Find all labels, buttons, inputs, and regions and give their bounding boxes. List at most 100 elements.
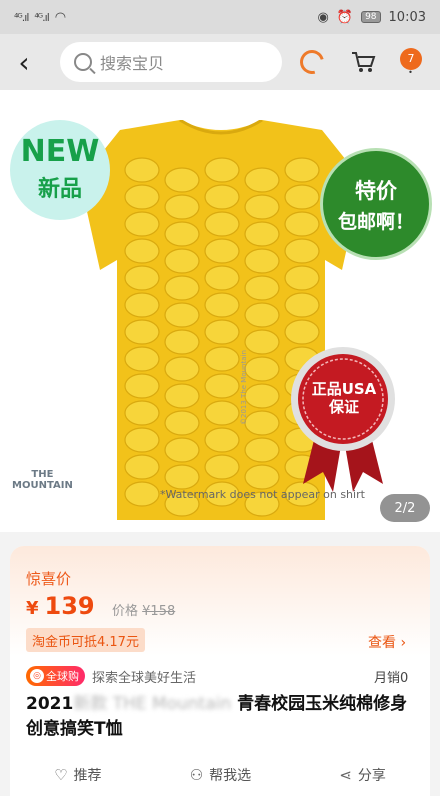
deal-label: 惊喜价	[26, 570, 72, 588]
global-purchase-badge[interactable]: ◎ 全球购	[26, 666, 85, 686]
corn-kernel	[124, 292, 160, 318]
corn-kernel	[164, 275, 200, 301]
brand-logo-line-1: THE	[31, 469, 54, 480]
help-choose-button[interactable]: ⚇ 帮我选	[190, 765, 251, 785]
corn-kernel	[204, 319, 240, 345]
promo-line-1: 特价	[355, 178, 397, 203]
globe-icon: ◎	[30, 669, 44, 683]
corn-kernel	[204, 238, 240, 264]
corn-kernel	[204, 157, 240, 183]
corn-kernel	[124, 265, 160, 291]
view-link[interactable]: 查看 ›	[368, 632, 406, 652]
corn-kernel	[204, 265, 240, 291]
seal-line-2: 保证	[328, 398, 359, 416]
corn-kernel	[244, 410, 280, 436]
heart-icon: ♡	[54, 766, 68, 784]
corn-kernel	[204, 346, 240, 372]
original-price: 价格 ¥158	[112, 600, 175, 619]
product-info-card: 惊喜价 ¥ 139 价格 ¥158 淘金币可抵4.17元 查看 › ◎ 全球购 …	[10, 546, 430, 796]
corn-kernel	[244, 302, 280, 328]
corn-kernel	[284, 211, 320, 237]
people-icon: ⚇	[189, 766, 204, 784]
corn-kernel	[204, 400, 240, 426]
status-bar: ⁴ᴳ.ıl ⁴ᴳ.ıl ◠ ◉ ⏰ 98 10:03	[0, 0, 440, 34]
more-button[interactable]: 7 •	[396, 34, 426, 90]
corn-kernel	[204, 211, 240, 237]
corn-kernel	[124, 346, 160, 372]
corn-kernel	[244, 437, 280, 463]
promo-line-2: 包邮啊！	[337, 210, 414, 233]
corn-kernel	[204, 184, 240, 210]
corn-kernel	[284, 292, 320, 318]
share-button[interactable]: ⋖ 分享	[339, 765, 386, 785]
corn-kernel	[284, 238, 320, 264]
recommend-button[interactable]: ♡ 推荐	[54, 765, 101, 785]
message-badge: 7	[400, 47, 422, 70]
more-dots-icon: •	[408, 67, 414, 77]
corn-kernel	[164, 410, 200, 436]
corn-kernel	[244, 356, 280, 382]
title-start: 2021	[26, 694, 74, 714]
wifi-icon: ◠	[54, 9, 67, 25]
image-pager: 2/2	[380, 494, 430, 522]
signal-icon: ⁴ᴳ.ıl	[14, 10, 29, 24]
alarm-icon: ⏰	[336, 9, 354, 25]
new-product-badge: NEW 新品	[10, 120, 110, 220]
cart-button[interactable]	[346, 34, 380, 90]
new-badge-cn: 新品	[37, 177, 82, 202]
corn-kernel	[124, 481, 160, 507]
corn-kernel	[164, 464, 200, 490]
corn-kernel	[164, 221, 200, 247]
clock-time: 10:03	[388, 9, 426, 25]
title-blurred: 新款 THE Mountain	[73, 694, 232, 714]
chevron-left-icon: ‹	[18, 45, 30, 79]
signal-icon-2: ⁴ᴳ.ıl	[34, 10, 49, 24]
action-row: ♡ 推荐 ⚇ 帮我选 ⋖ 分享	[10, 758, 430, 792]
corn-kernel	[284, 319, 320, 345]
corn-kernel	[244, 275, 280, 301]
corn-kernel	[284, 157, 320, 183]
corn-kernel	[124, 211, 160, 237]
help-choose-label: 帮我选	[209, 768, 252, 784]
monthly-sales: 月销0	[374, 671, 409, 686]
search-icon	[74, 53, 92, 71]
share-icon: ⋖	[339, 766, 352, 784]
corn-kernel	[204, 373, 240, 399]
corn-kernel	[244, 221, 280, 247]
corn-kernel	[164, 248, 200, 274]
corn-kernel	[164, 383, 200, 409]
corn-kernel	[244, 194, 280, 220]
corn-kernel	[164, 356, 200, 382]
seal-text: 正品USA 保证	[308, 380, 380, 416]
corn-kernel	[244, 167, 280, 193]
corn-kernel	[244, 248, 280, 274]
global-badge-label: 全球购	[46, 670, 79, 683]
corn-kernel	[164, 302, 200, 328]
authentic-seal-icon	[291, 347, 395, 492]
copyright-text: ©2013 The Mountain	[240, 350, 248, 425]
product-image[interactable]: NEW 新品 特价 包邮啊！ 正品USA 保证 THE MOUNTAIN ©20…	[0, 90, 440, 532]
corn-kernel	[244, 464, 280, 490]
global-slogan[interactable]: 探索全球美好生活	[92, 667, 196, 686]
free-shipping-badge: 特价 包邮啊！	[320, 148, 432, 260]
corn-kernel	[204, 292, 240, 318]
original-price-label: 价格	[112, 604, 139, 619]
battery-icon: 98	[361, 11, 381, 23]
corn-kernel	[124, 319, 160, 345]
corn-kernel	[244, 329, 280, 355]
corn-kernel	[244, 383, 280, 409]
corn-kernel	[124, 238, 160, 264]
corn-kernel	[164, 167, 200, 193]
original-price-value: ¥158	[142, 604, 176, 619]
refresh-button[interactable]	[295, 34, 329, 90]
search-input[interactable]: 搜索宝贝	[60, 42, 282, 82]
new-badge-en: NEW	[20, 134, 100, 169]
corn-kernel	[164, 329, 200, 355]
corn-kernel	[124, 454, 160, 480]
corn-kernel	[124, 157, 160, 183]
taojinbi-discount[interactable]: 淘金币可抵4.17元	[26, 628, 145, 652]
eye-icon: ◉	[317, 9, 329, 25]
refresh-icon	[295, 45, 329, 79]
back-button[interactable]: ‹	[0, 34, 48, 90]
currency-symbol: ¥	[26, 598, 39, 619]
